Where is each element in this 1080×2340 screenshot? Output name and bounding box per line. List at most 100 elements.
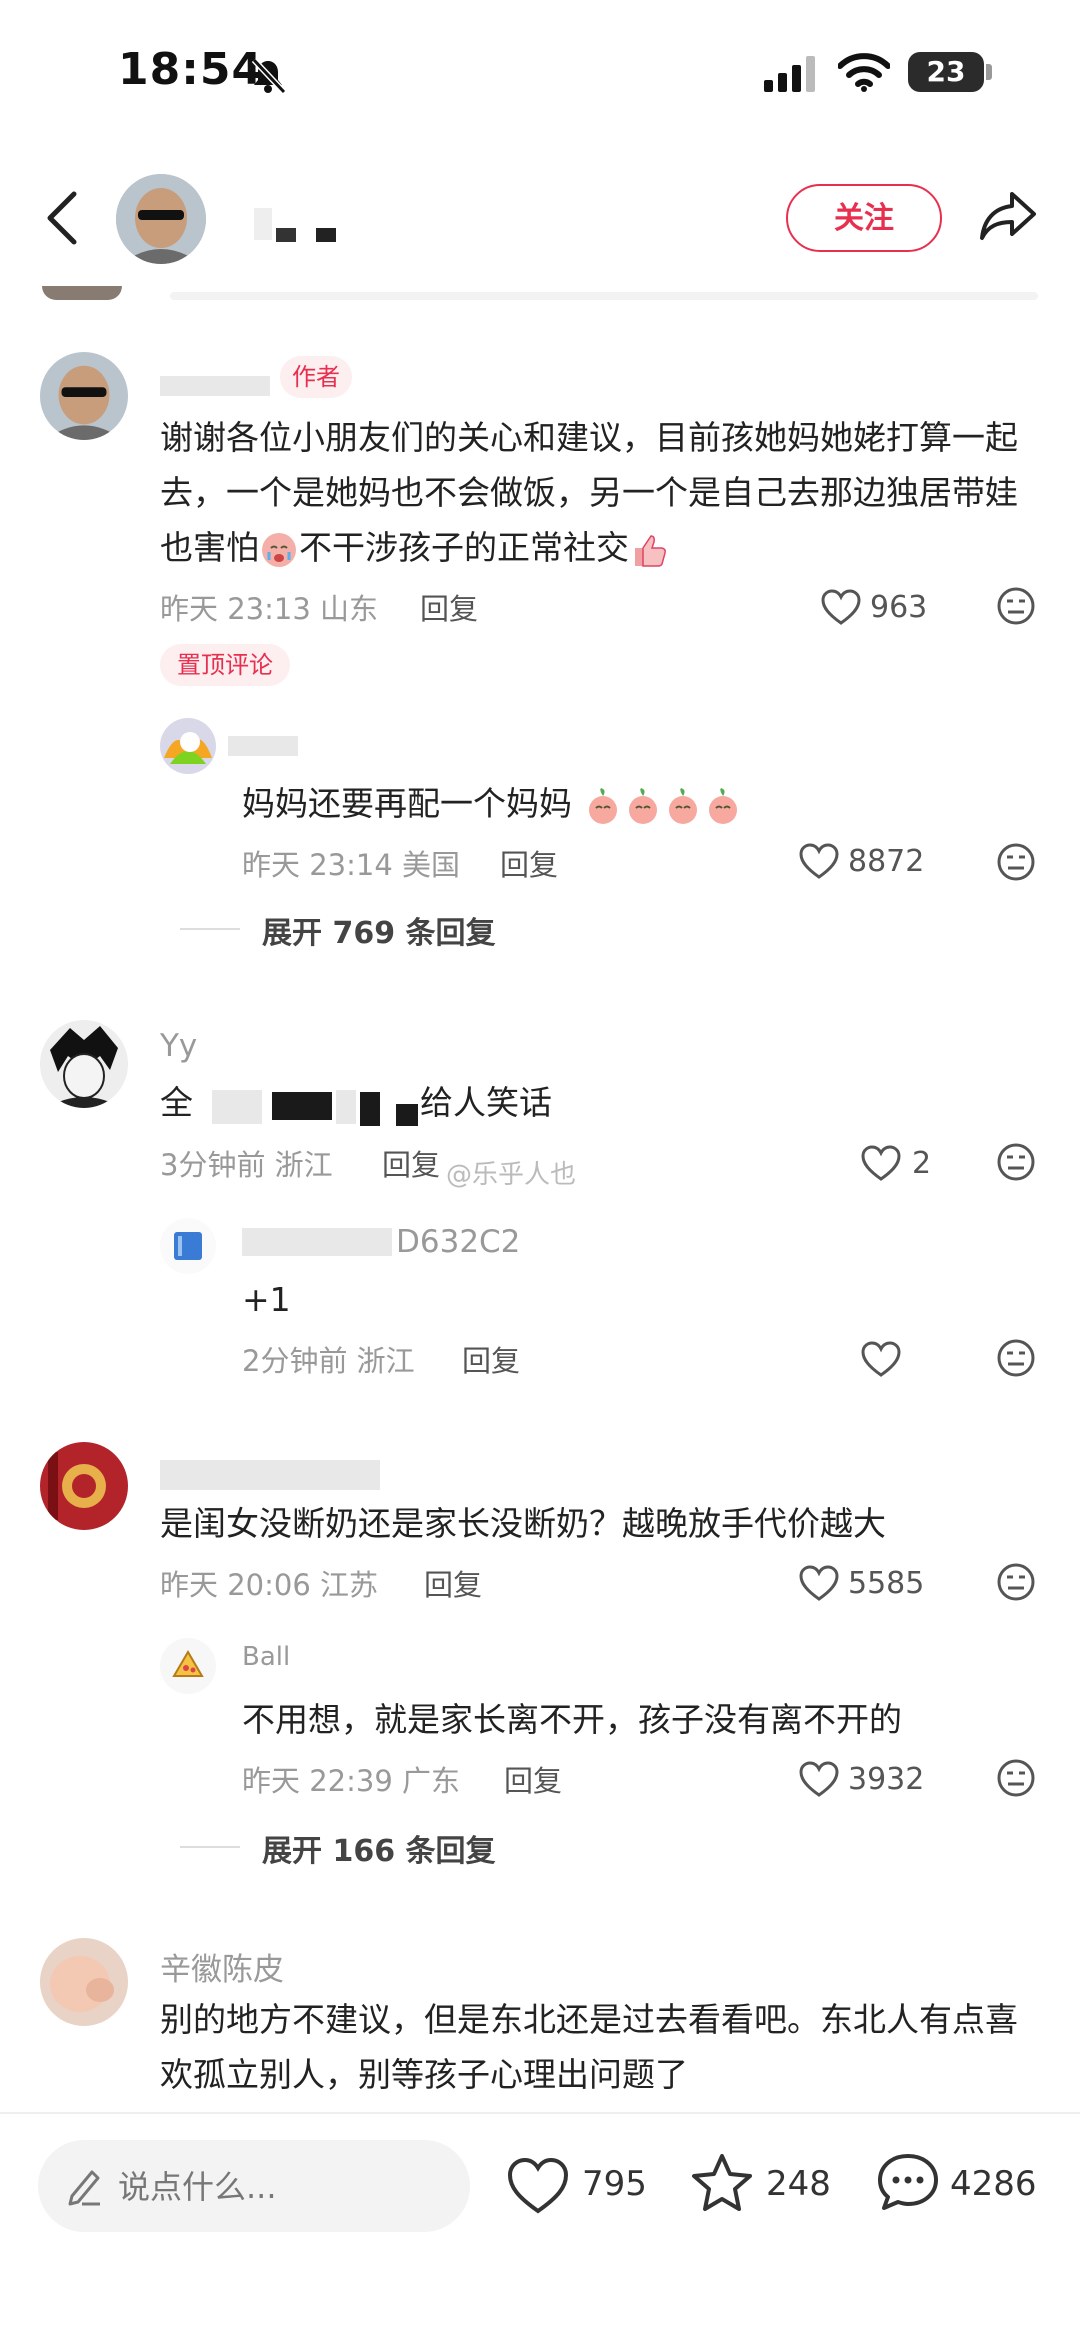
like-count: 963 xyxy=(870,590,928,625)
reply-button[interactable]: 回复 xyxy=(462,1338,520,1380)
reply-location: 美国 xyxy=(402,848,461,882)
reply-button[interactable]: 回复 xyxy=(420,586,478,628)
unamused-face-icon[interactable] xyxy=(996,586,1036,626)
redacted-name xyxy=(276,228,296,242)
reply-avatar[interactable] xyxy=(160,1638,216,1694)
redacted-name xyxy=(242,1228,392,1256)
commenter-name: Yy xyxy=(160,1028,198,1064)
comment-text: 是闺女没断奶还是家长没断奶？越晚放手代价越大 xyxy=(160,1504,886,1543)
redacted-name xyxy=(160,376,270,396)
heart-icon[interactable] xyxy=(820,588,862,626)
author-tag: 作者 xyxy=(280,356,352,398)
redacted-name xyxy=(316,228,336,242)
reply-time: 昨天 23:14 xyxy=(242,848,393,882)
unamused-face-icon[interactable] xyxy=(996,1562,1036,1602)
reply-button[interactable]: 回复 xyxy=(504,1758,562,1800)
redacted-text xyxy=(212,1090,262,1124)
redacted-text xyxy=(272,1092,332,1120)
commenter-avatar[interactable] xyxy=(40,1938,128,2026)
unicorn-avatar-icon xyxy=(160,718,216,774)
reply-button[interactable]: 回复 xyxy=(424,1562,482,1604)
pizza-avatar-icon xyxy=(160,1638,216,1694)
anime-avatar-icon xyxy=(40,1020,128,1108)
heart-icon[interactable] xyxy=(860,1144,902,1182)
peach-emoji-icon xyxy=(588,787,617,824)
person-avatar-icon xyxy=(116,174,206,264)
expand-replies-button[interactable]: 展开 166 条回复 xyxy=(262,1826,496,1870)
heart-icon[interactable] xyxy=(798,1760,840,1798)
like-count: 8872 xyxy=(848,844,925,879)
reply-avatar[interactable] xyxy=(160,718,216,774)
thumbs-up-emoji-icon xyxy=(635,534,666,567)
follow-button[interactable]: 关注 xyxy=(786,184,942,252)
like-icon[interactable] xyxy=(506,2156,570,2216)
star-icon[interactable] xyxy=(690,2152,754,2212)
person-avatar-icon xyxy=(40,352,128,440)
peach-emoji-icon xyxy=(668,787,697,824)
author-avatar[interactable] xyxy=(116,174,206,264)
commenter-name: 辛徽陈皮 xyxy=(160,1952,284,1988)
unamused-face-icon[interactable] xyxy=(996,842,1036,882)
commenter-avatar[interactable] xyxy=(40,1442,128,1530)
comment-time: 3分钟前 xyxy=(160,1148,266,1182)
comment-text: 谢谢各位小朋友们的关心和建议，目前孩她妈她姥打算一起去，一个是她妈也不会做饭，另… xyxy=(160,410,1040,575)
commenter-avatar[interactable] xyxy=(40,352,128,440)
book-avatar-icon xyxy=(160,1218,216,1274)
festive-avatar-icon xyxy=(40,1442,128,1530)
reply-name: Ball xyxy=(242,1642,291,1672)
silent-bell-icon xyxy=(251,57,287,95)
reply-text-main: 妈妈还要再配一个妈妈 xyxy=(242,784,572,823)
heart-icon[interactable] xyxy=(798,1564,840,1602)
redacted-text xyxy=(336,1090,356,1124)
crying-emoji-icon xyxy=(262,532,296,567)
redacted-name xyxy=(160,1460,380,1490)
comment-meta: 昨天 20:06 江苏 xyxy=(160,1562,378,1604)
comment-text-end: 给人笑话 xyxy=(420,1083,552,1122)
divider xyxy=(170,292,1038,300)
reply-avatar[interactable] xyxy=(160,1218,216,1274)
back-icon[interactable] xyxy=(42,188,82,248)
reply-time: 昨天 22:39 xyxy=(242,1764,393,1798)
pinned-tag: 置顶评论 xyxy=(160,644,290,686)
peach-emoji-icon xyxy=(628,787,657,824)
reply-button[interactable]: 回复 xyxy=(500,842,558,884)
redacted-name xyxy=(254,208,272,240)
like-count: 795 xyxy=(582,2164,647,2204)
comment-input-placeholder[interactable]: 说点什么... xyxy=(118,2162,277,2208)
like-count: 5585 xyxy=(848,1566,925,1601)
battery-indicator: 23 xyxy=(908,52,984,92)
unamused-face-icon[interactable] xyxy=(996,1758,1036,1798)
reply-text: 妈妈还要再配一个妈妈 xyxy=(242,776,743,831)
comment-text: 别的地方不建议，但是东北还是过去看看吧。东北人有点喜欢孤立别人，别等孩子心理出问… xyxy=(160,2000,1018,2094)
heart-icon[interactable] xyxy=(860,1340,902,1378)
status-time: 18:54 xyxy=(118,44,264,95)
comment-location: 江苏 xyxy=(320,1568,379,1602)
expand-replies-button[interactable]: 展开 769 条回复 xyxy=(262,908,496,952)
reply-text: 不用想，就是家长离不开，孩子没有离不开的 xyxy=(242,1700,902,1739)
comment-location: 山东 xyxy=(320,592,379,626)
comment-meta: 3分钟前 浙江 xyxy=(160,1142,333,1184)
watermark: @乐乎人也 xyxy=(446,1160,577,1190)
peach-emoji-icon xyxy=(708,787,737,824)
share-icon[interactable] xyxy=(978,188,1038,244)
avatar-partial xyxy=(42,286,122,300)
reply-button[interactable]: 回复 xyxy=(382,1142,440,1184)
like-count: 2 xyxy=(912,1146,932,1181)
cellular-signal-icon xyxy=(764,56,815,92)
reply-meta: 2分钟前 浙江 xyxy=(242,1338,415,1380)
redacted-text xyxy=(360,1092,380,1126)
pencil-icon xyxy=(68,2170,100,2206)
comment-text-start: 全 xyxy=(160,1083,193,1122)
heart-icon[interactable] xyxy=(798,842,840,880)
unamused-face-icon[interactable] xyxy=(996,1338,1036,1378)
wifi-icon xyxy=(838,53,890,92)
unamused-face-icon[interactable] xyxy=(996,1142,1036,1182)
reply-meta: 昨天 23:14 美国 xyxy=(242,842,460,884)
commenter-avatar[interactable] xyxy=(40,1020,128,1108)
comment-time: 昨天 20:06 xyxy=(160,1568,311,1602)
divider xyxy=(0,2112,1080,2114)
comment-location: 浙江 xyxy=(274,1148,333,1182)
redacted-text xyxy=(396,1104,418,1126)
comment-icon[interactable] xyxy=(876,2152,940,2212)
reply-text: +1 xyxy=(242,1280,291,1319)
